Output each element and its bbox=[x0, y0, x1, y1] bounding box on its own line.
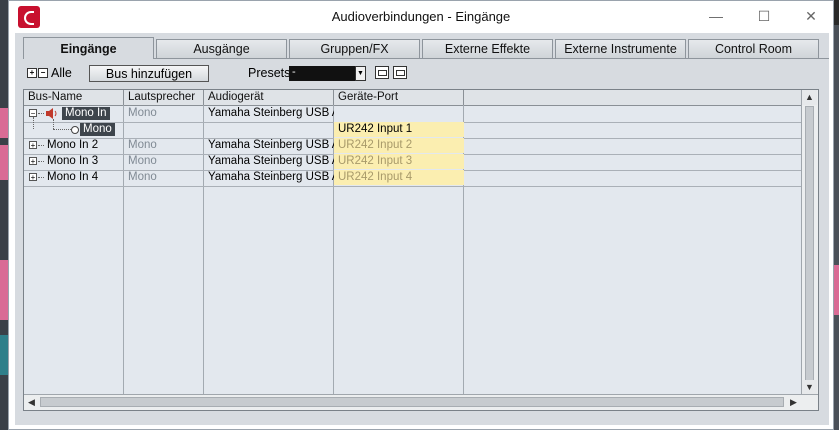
tab-externe-effekte[interactable]: Externe Effekte bbox=[422, 39, 553, 58]
close-button[interactable]: ✕ bbox=[796, 5, 826, 27]
expand-icon[interactable]: + bbox=[29, 173, 37, 182]
channel-name[interactable]: Mono bbox=[80, 123, 115, 136]
bus-name[interactable]: Mono In 3 bbox=[43, 154, 123, 169]
table-row[interactable]: + Mono In 2 Mono Yamaha Steinberg USB AS… bbox=[24, 138, 802, 155]
table-row[interactable]: + Mono In 4 Mono Yamaha Steinberg USB AS… bbox=[24, 170, 802, 187]
collapse-icon[interactable]: − bbox=[29, 109, 37, 118]
bus-name[interactable]: Mono In 4 bbox=[43, 170, 123, 185]
port-cell[interactable]: UR242 Input 1 bbox=[334, 122, 464, 137]
maximize-button[interactable]: ☐ bbox=[749, 5, 779, 27]
device-cell[interactable]: Yamaha Steinberg USB AS bbox=[204, 138, 334, 153]
title-bar: Audioverbindungen - Eingänge — ☐ ✕ bbox=[9, 1, 833, 33]
add-bus-button[interactable]: Bus hinzufügen bbox=[89, 65, 209, 82]
scroll-left-icon[interactable]: ◀ bbox=[24, 395, 39, 409]
bus-name[interactable]: Mono In 2 bbox=[43, 138, 123, 153]
device-cell[interactable]: Yamaha Steinberg USB AS bbox=[204, 154, 334, 169]
minimize-button[interactable]: — bbox=[701, 5, 731, 27]
scroll-down-icon[interactable]: ▼ bbox=[802, 380, 817, 395]
expand-icon[interactable]: + bbox=[29, 141, 37, 150]
tab-externe-instrumente[interactable]: Externe Instrumente bbox=[555, 39, 686, 58]
port-cell[interactable]: UR242 Input 3 bbox=[334, 154, 464, 169]
channel-icon bbox=[71, 126, 79, 134]
table-row[interactable]: − Mono In Mono Yamaha Steinberg USB AS bbox=[24, 106, 802, 123]
horizontal-scrollbar[interactable]: ◀ ▶ bbox=[24, 394, 818, 410]
save-preset-icon[interactable] bbox=[375, 66, 389, 79]
presets-label: Presets bbox=[248, 66, 291, 80]
tab-gruppen-fx[interactable]: Gruppen/FX bbox=[289, 39, 420, 58]
table-row[interactable]: Mono UR242 Input 1 bbox=[24, 117, 802, 139]
table-row[interactable]: + Mono In 3 Mono Yamaha Steinberg USB AS… bbox=[24, 154, 802, 171]
device-cell[interactable]: Yamaha Steinberg USB AS bbox=[204, 106, 334, 121]
device-cell[interactable] bbox=[204, 122, 334, 137]
vertical-scrollbar[interactable]: ▲ ▼ bbox=[801, 90, 818, 395]
port-cell[interactable]: UR242 Input 4 bbox=[334, 170, 464, 185]
port-cell[interactable] bbox=[334, 106, 464, 121]
speaker-cell[interactable]: Mono bbox=[124, 170, 204, 185]
tab-eingaenge[interactable]: Eingänge bbox=[23, 37, 154, 59]
speaker-icon bbox=[46, 108, 57, 119]
tab-bar: Eingänge Ausgänge Gruppen/FX Externe Eff… bbox=[23, 37, 821, 59]
collapse-all-icon[interactable]: − bbox=[38, 68, 48, 78]
bus-table: Bus-Name Lautsprecher Audiogerät Geräte-… bbox=[23, 89, 819, 411]
scrollbar-thumb[interactable] bbox=[40, 397, 784, 407]
tab-control-room[interactable]: Control Room bbox=[688, 39, 819, 58]
header-device-port[interactable]: Geräte-Port bbox=[334, 90, 464, 105]
speaker-cell[interactable]: Mono bbox=[124, 154, 204, 169]
tab-ausgaenge[interactable]: Ausgänge bbox=[156, 39, 287, 58]
header-bus-name[interactable]: Bus-Name bbox=[24, 90, 124, 105]
speaker-cell[interactable]: Mono bbox=[124, 138, 204, 153]
window-content: Eingänge Ausgänge Gruppen/FX Externe Eff… bbox=[15, 33, 829, 425]
scrollbar-thumb[interactable] bbox=[805, 106, 814, 384]
table-header: Bus-Name Lautsprecher Audiogerät Geräte-… bbox=[24, 90, 802, 106]
header-speaker[interactable]: Lautsprecher bbox=[124, 90, 204, 105]
device-cell[interactable]: Yamaha Steinberg USB AS bbox=[204, 170, 334, 185]
port-cell[interactable]: UR242 Input 2 bbox=[334, 138, 464, 153]
delete-preset-icon[interactable] bbox=[393, 66, 407, 79]
bus-name[interactable]: Mono In bbox=[62, 107, 110, 120]
expand-all-icon[interactable]: + bbox=[27, 68, 37, 78]
toolbar: + − Alle Bus hinzufügen Presets - ▼ bbox=[27, 65, 817, 83]
speaker-cell[interactable]: Mono bbox=[124, 106, 204, 121]
audio-connections-window: Audioverbindungen - Eingänge — ☐ ✕ Eingä… bbox=[8, 0, 834, 430]
speaker-cell[interactable] bbox=[124, 122, 204, 137]
all-label: Alle bbox=[51, 66, 72, 80]
chevron-down-icon[interactable]: ▼ bbox=[355, 66, 366, 81]
header-audio-device[interactable]: Audiogerät bbox=[204, 90, 334, 105]
expand-icon[interactable]: + bbox=[29, 157, 37, 166]
scroll-right-icon[interactable]: ▶ bbox=[786, 395, 801, 409]
scroll-up-icon[interactable]: ▲ bbox=[802, 90, 817, 105]
